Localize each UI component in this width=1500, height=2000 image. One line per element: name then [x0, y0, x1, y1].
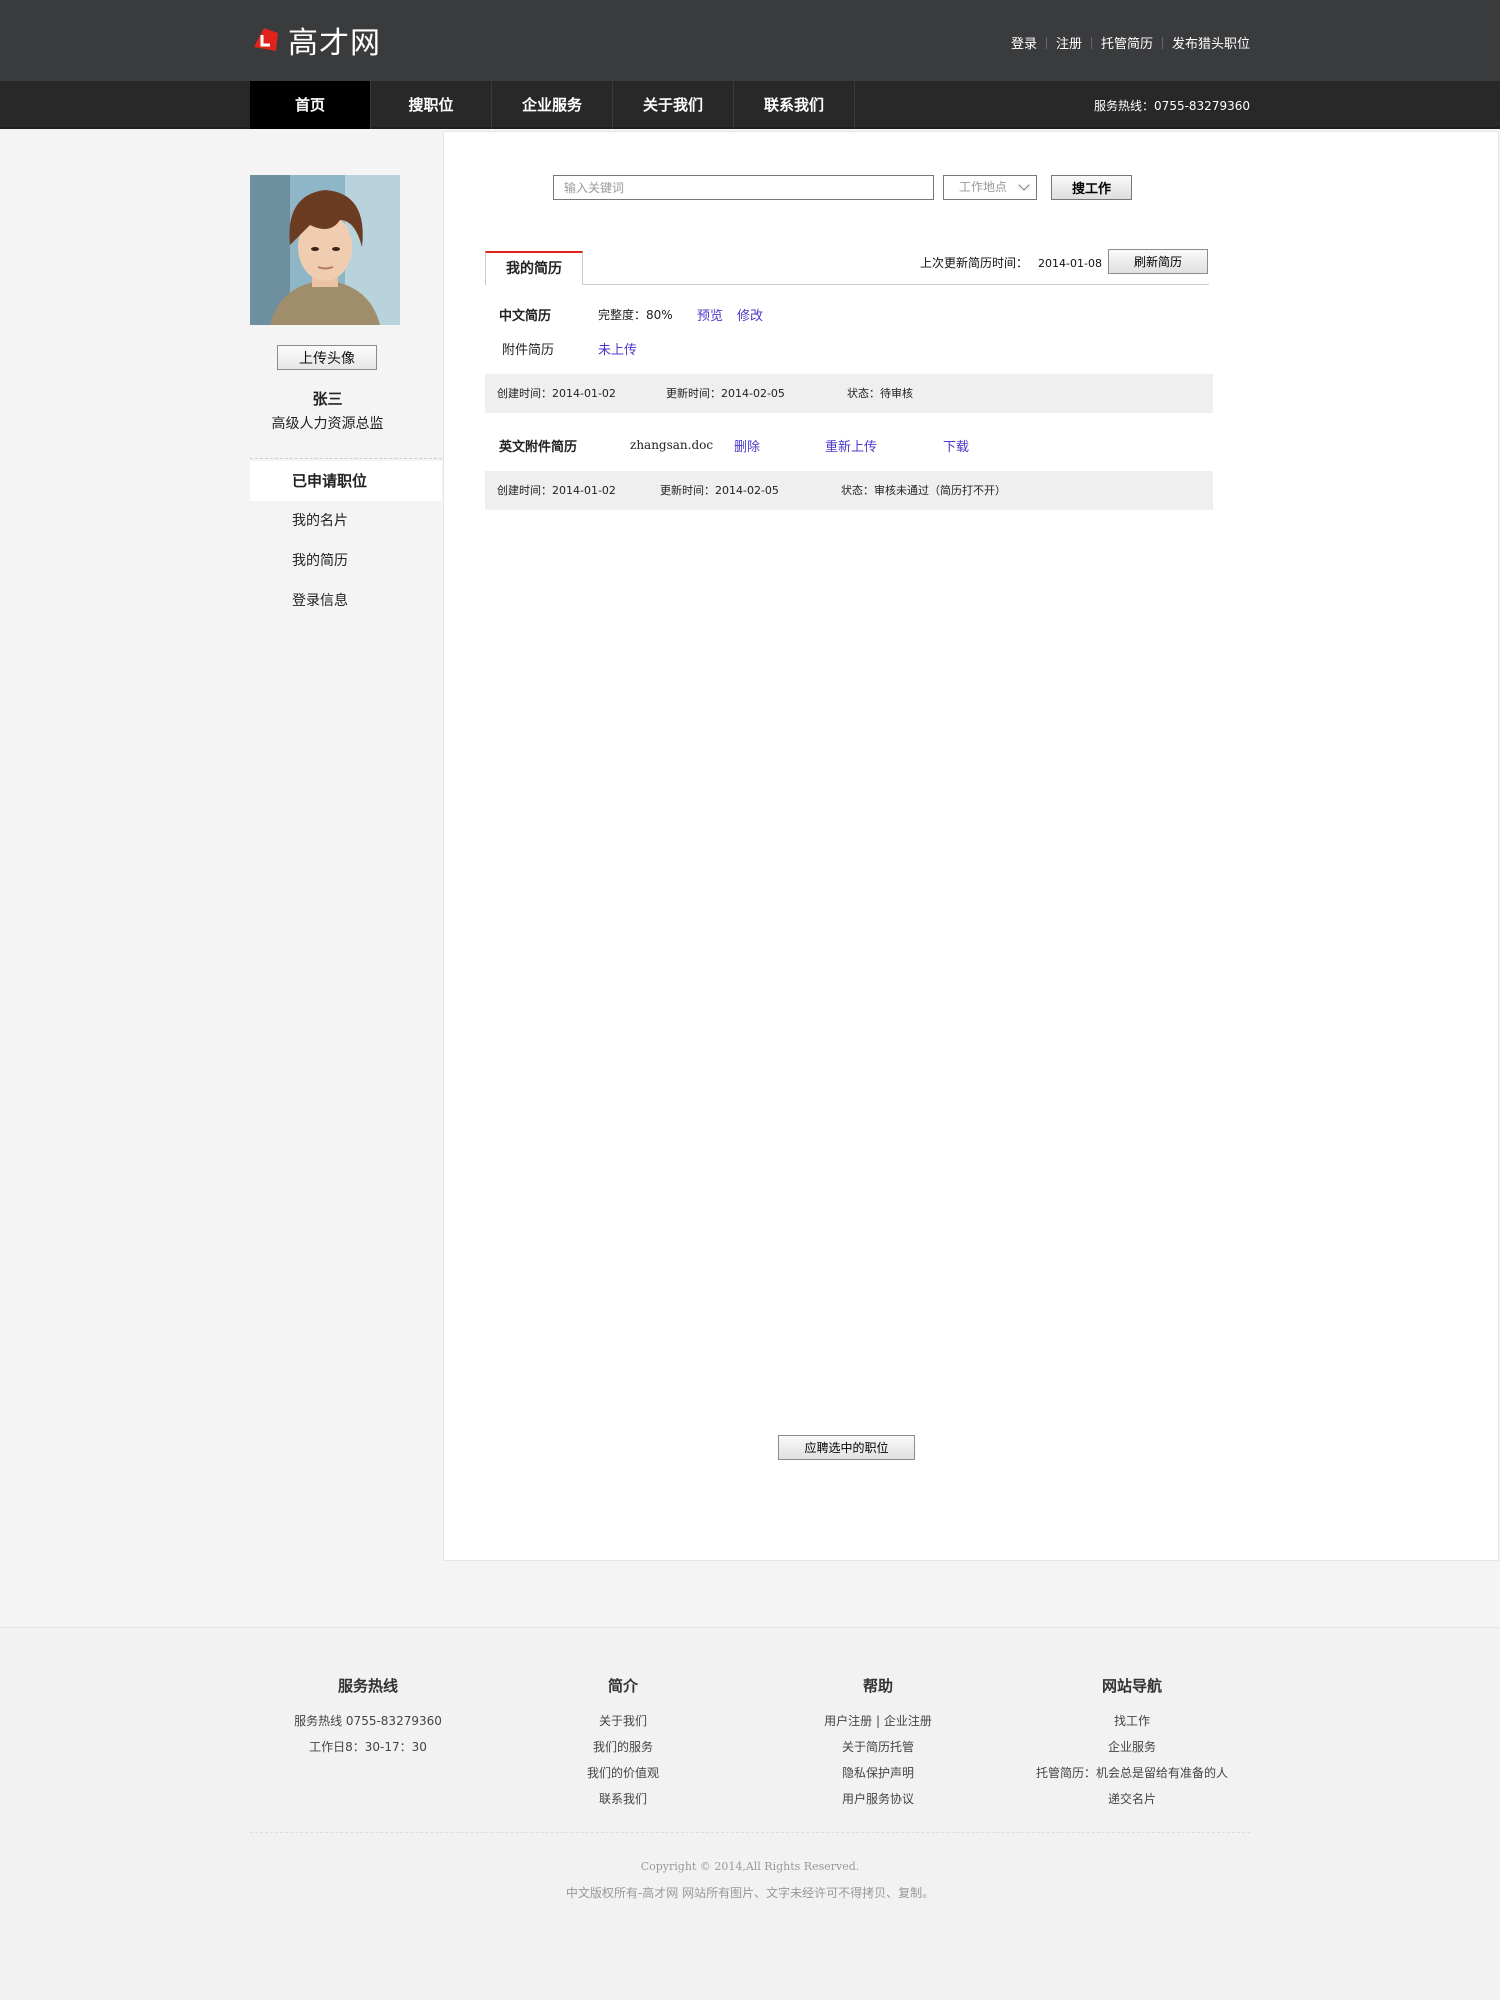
- search-input[interactable]: [553, 175, 934, 200]
- attachment-resume-label: 附件简历: [502, 343, 555, 358]
- apply-selected-jobs-button[interactable]: 应聘选中的职位: [778, 1435, 915, 1460]
- footer-col-title: 帮助: [862, 1677, 893, 1695]
- footer-link[interactable]: 我们的价值观: [523, 1760, 723, 1786]
- refresh-resume-button[interactable]: 刷新简历: [1108, 249, 1208, 274]
- footer-link[interactable]: 隐私保护声明: [778, 1760, 978, 1786]
- site-logo[interactable]: 高才网: [250, 22, 381, 61]
- footer-link[interactable]: 用户注册 | 企业注册: [778, 1708, 978, 1734]
- hosted-resume-link[interactable]: 托管简历: [1101, 33, 1153, 52]
- nav-item-home[interactable]: 首页: [250, 81, 371, 129]
- upload-avatar-button[interactable]: 上传头像: [277, 345, 377, 370]
- status-text: 状态：待审核: [847, 387, 913, 400]
- attachment-status[interactable]: 未上传: [598, 339, 637, 358]
- footer-col-help: 帮助 用户注册 | 企业注册 关于简历托管 隐私保护声明 用户服务协议: [778, 1675, 978, 1812]
- preview-link[interactable]: 预览: [697, 305, 723, 324]
- english-resume-info-bar: 创建时间：2014-01-02 更新时间：2014-02-05 状态：审核未通过…: [485, 471, 1213, 510]
- main-content: 工作地点 搜工作 我的简历 上次更新简历时间： 2014-01-08 刷新简历 中…: [443, 131, 1499, 1561]
- divider: [1045, 36, 1047, 49]
- footer-col-about: 简介 关于我们 我们的服务 我们的价值观 联系我们: [523, 1675, 723, 1812]
- footer-link[interactable]: 关于简历托管: [778, 1734, 978, 1760]
- edit-link[interactable]: 修改: [737, 305, 763, 324]
- chevron-down-icon: [1018, 179, 1030, 191]
- delete-link[interactable]: 删除: [734, 436, 760, 455]
- main-nav: 首页 搜职位 企业服务 关于我们 联系我们 服务热线：0755-83279360: [0, 81, 1500, 129]
- side-item-my-resume[interactable]: 我的简历: [250, 541, 442, 581]
- nav-item-contact-us[interactable]: 联系我们: [734, 81, 855, 129]
- service-hotline: 服务热线：0755-83279360: [1094, 99, 1250, 113]
- side-item-applied-jobs[interactable]: 已申请职位: [250, 461, 442, 501]
- footer-col-site-nav: 网站导航 找工作 企业服务 托管简历：机会总是留给有准备的人 递交名片: [1012, 1675, 1252, 1812]
- footer-col-title: 简介: [607, 1677, 638, 1695]
- tab-my-resume[interactable]: 我的简历: [485, 251, 583, 285]
- footer-link[interactable]: 递交名片: [1012, 1786, 1252, 1812]
- nav-item-about-us[interactable]: 关于我们: [613, 81, 734, 129]
- chinese-resume-info-bar: 创建时间：2014-01-02 更新时间：2014-02-05 状态：待审核: [485, 374, 1213, 413]
- footer-link[interactable]: 关于我们: [523, 1708, 723, 1734]
- user-job-title: 高级人力资源总监: [271, 416, 384, 432]
- location-select[interactable]: 工作地点: [943, 175, 1037, 200]
- footer-link[interactable]: 我们的服务: [523, 1734, 723, 1760]
- updated-time: 更新时间：2014-02-05: [660, 484, 779, 497]
- copyright: Copyright © 2014,All Rights Reserved.: [640, 1860, 860, 1873]
- location-select-value: 工作地点: [959, 180, 1008, 194]
- avatar: [250, 175, 400, 325]
- side-item-login-info[interactable]: 登录信息: [250, 581, 442, 621]
- created-time: 创建时间：2014-01-02: [497, 387, 616, 400]
- search-jobs-button[interactable]: 搜工作: [1051, 175, 1132, 200]
- last-update-date: 2014-01-08: [1038, 257, 1102, 270]
- download-link[interactable]: 下载: [943, 436, 969, 455]
- user-name: 张三: [312, 390, 343, 408]
- footer-link[interactable]: 托管简历：机会总是留给有准备的人: [1012, 1760, 1252, 1786]
- logo-icon: [254, 28, 278, 51]
- divider: [1161, 36, 1163, 49]
- english-resume-label: 英文附件简历: [499, 440, 578, 455]
- reupload-link[interactable]: 重新上传: [825, 436, 877, 455]
- status-text: 状态：审核未通过（简历打不开）: [841, 484, 1006, 497]
- footer-link[interactable]: 找工作: [1012, 1708, 1252, 1734]
- divider: [1090, 36, 1092, 49]
- footer-link[interactable]: 企业服务: [1012, 1734, 1252, 1760]
- top-links: 登录 注册 托管简历 发布猎头职位: [1011, 33, 1250, 52]
- footer-col-hotline: 服务热线 服务热线 0755-83279360 工作日8：30-17：30: [268, 1675, 468, 1760]
- sidebar: 上传头像 张三 高级人力资源总监 已申请职位 我的名片 我的简历 登录信息: [250, 131, 442, 1561]
- chinese-resume-label: 中文简历: [499, 309, 552, 324]
- login-link[interactable]: 登录: [1011, 33, 1037, 52]
- footer-link[interactable]: 用户服务协议: [778, 1786, 978, 1812]
- divider: [250, 1832, 1250, 1833]
- footer-item: 工作日8：30-17：30: [309, 1740, 427, 1754]
- last-update: 上次更新简历时间： 2014-01-08: [920, 254, 1102, 271]
- site-name: 高才网: [288, 26, 381, 61]
- last-update-label: 上次更新简历时间：: [920, 256, 1029, 270]
- footer-item: 服务热线 0755-83279360: [294, 1714, 442, 1728]
- side-item-my-card[interactable]: 我的名片: [250, 501, 442, 541]
- attachment-filename: zhangsan.doc: [630, 438, 714, 452]
- completeness: 完整度：80%: [598, 308, 673, 322]
- post-headhunter-job-link[interactable]: 发布猎头职位: [1172, 33, 1250, 52]
- top-header: 高才网 登录 注册 托管简历 发布猎头职位: [0, 0, 1500, 81]
- divider: [250, 458, 442, 459]
- divider: [485, 284, 1209, 285]
- footer-link[interactable]: 联系我们: [523, 1786, 723, 1812]
- footer-col-title: 服务热线: [337, 1677, 398, 1695]
- nav-item-enterprise-services[interactable]: 企业服务: [492, 81, 613, 129]
- nav-item-search-jobs[interactable]: 搜职位: [371, 81, 492, 129]
- footer: 服务热线 服务热线 0755-83279360 工作日8：30-17：30 简介…: [0, 1627, 1500, 2000]
- rights-notice: 中文版权所有-高才网 网站所有图片、文字未经许可不得拷贝、复制。: [565, 1886, 935, 1900]
- updated-time: 更新时间：2014-02-05: [666, 387, 785, 400]
- side-menu: 已申请职位 我的名片 我的简历 登录信息: [250, 461, 442, 621]
- footer-col-title: 网站导航: [1101, 1677, 1162, 1695]
- register-link[interactable]: 注册: [1056, 33, 1082, 52]
- created-time: 创建时间：2014-01-02: [497, 484, 616, 497]
- avatar-photo: [250, 175, 400, 325]
